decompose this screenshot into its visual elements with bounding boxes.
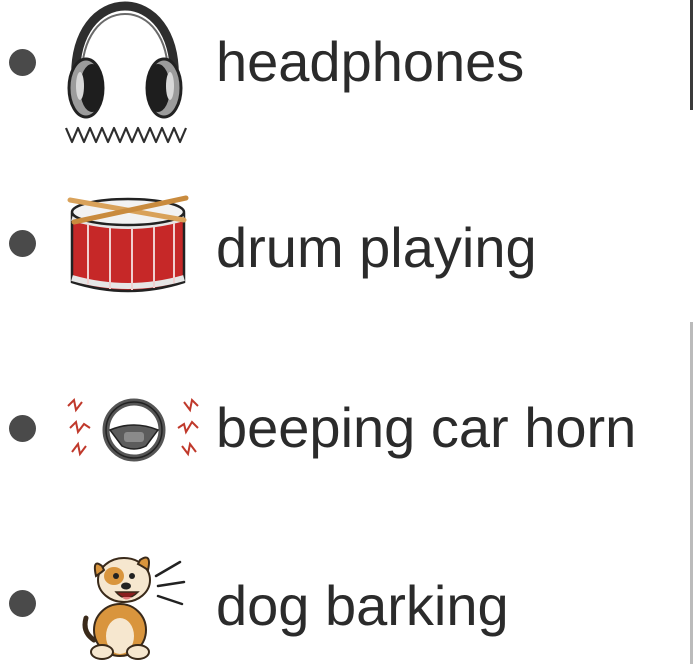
list-item-drum-playing: drum playing xyxy=(0,180,693,330)
car-horn-icon xyxy=(67,397,199,462)
barking-dog-icon xyxy=(82,556,186,660)
drum-icon xyxy=(67,195,189,293)
item-label: beeping car horn xyxy=(216,396,637,459)
list-item-dog-barking: dog barking xyxy=(0,520,693,670)
list-item-beeping-car-horn: beeping car horn xyxy=(0,360,693,510)
bullet xyxy=(9,590,36,617)
item-label: drum playing xyxy=(216,216,537,279)
bullet xyxy=(9,415,36,442)
list-item-headphones: headphones xyxy=(0,0,693,150)
item-label: dog barking xyxy=(216,574,509,637)
item-label: headphones xyxy=(216,30,525,93)
bullet xyxy=(9,230,36,257)
headphones-icon xyxy=(64,1,188,144)
bullet xyxy=(9,49,36,76)
